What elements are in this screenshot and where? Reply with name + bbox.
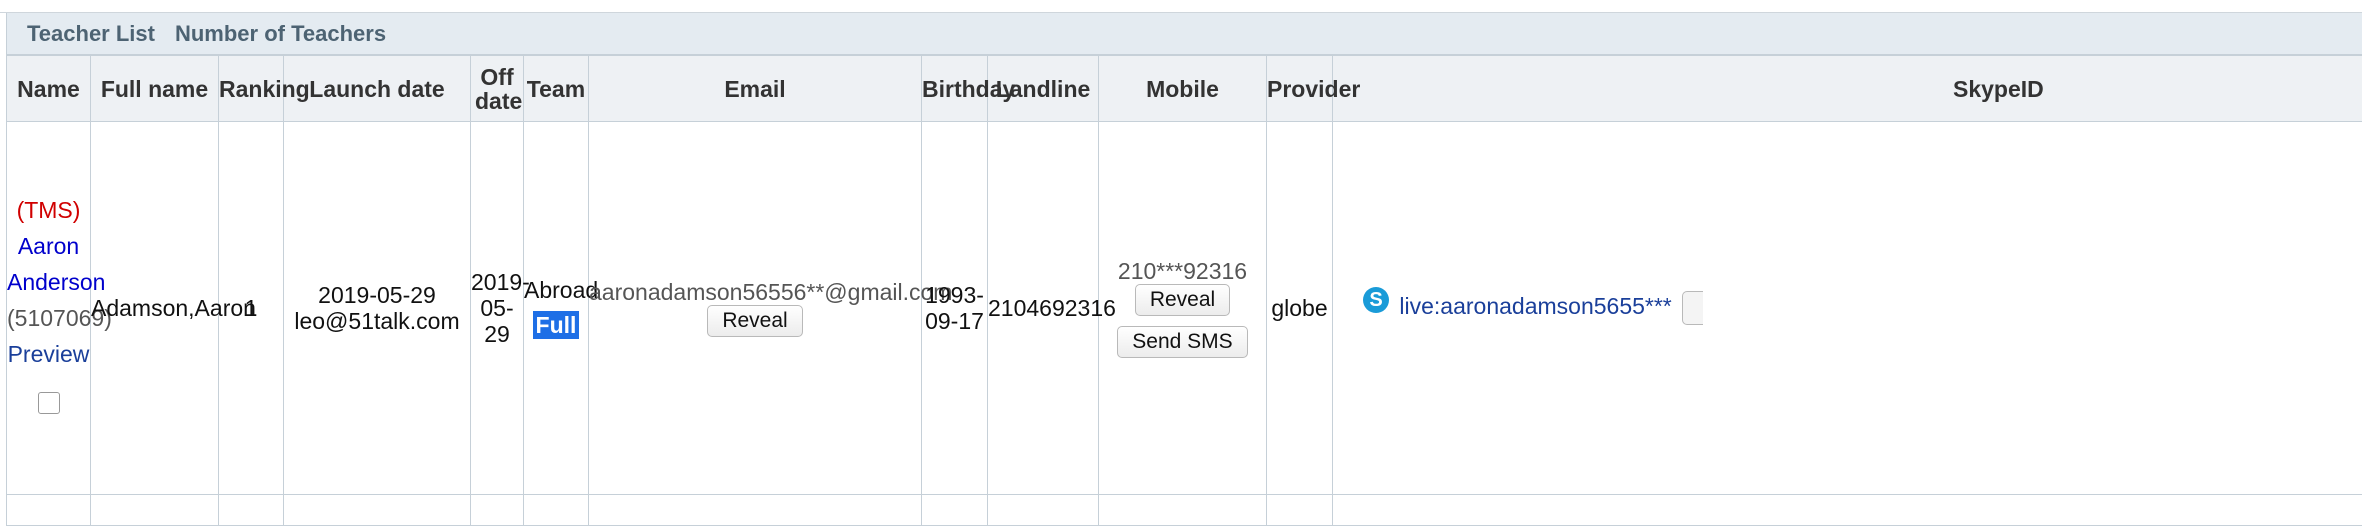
col-header-provider[interactable]: Provider [1267, 56, 1333, 122]
email-reveal-button[interactable]: Reveal [707, 305, 802, 337]
birthday-line2: 09-17 [922, 308, 987, 334]
table-header-row: Name Full name Ranking Launch date Off d… [7, 56, 2362, 122]
col-header-name[interactable]: Name [7, 56, 91, 122]
provider-cell: globe [1267, 122, 1333, 495]
title-bar: Teacher List Number of Teachers [6, 13, 2362, 55]
col-header-birthday[interactable]: Birthday [922, 56, 988, 122]
skype-action-button[interactable] [1682, 291, 1703, 325]
table-row: (TMS) Aaron Anderson (5107069) Preview A… [7, 122, 2362, 495]
launch-date-cell: 2019-05-29 leo@51talk.com [284, 122, 471, 495]
birthday-cell: 1993- 09-17 [922, 122, 988, 495]
birthday-line1: 1993- [922, 282, 987, 308]
off-date-line2: 05-29 [471, 295, 523, 347]
empty-cell [284, 495, 471, 526]
teacher-first-name-link[interactable]: Aaron [7, 230, 90, 262]
col-header-skype-id[interactable]: SkypeID [1333, 56, 2362, 122]
empty-cell [7, 495, 91, 526]
empty-cell [91, 495, 219, 526]
top-spacer [0, 0, 2362, 13]
teacher-table: Name Full name Ranking Launch date Off d… [6, 55, 2362, 526]
number-of-teachers-label: Number of Teachers [175, 21, 386, 47]
row-select-checkbox[interactable] [38, 392, 60, 414]
empty-cell [589, 495, 922, 526]
col-header-email[interactable]: Email [589, 56, 922, 122]
col-header-off-date[interactable]: Off date [471, 56, 524, 122]
col-header-launch-date[interactable]: Launch date [284, 56, 471, 122]
send-sms-button[interactable]: Send SMS [1117, 326, 1247, 358]
mobile-cell: 210***92316 Reveal Send SMS [1099, 122, 1267, 495]
off-date-cell: 2019- 05-29 [471, 122, 524, 495]
table-row [7, 495, 2362, 526]
mobile-masked: 210***92316 [1118, 258, 1247, 284]
skype-icon: S [1363, 287, 1389, 313]
col-header-off-date-label: Off date [475, 65, 519, 113]
email-cell: aaronadamson56556**@gmail.com Reveal [589, 122, 922, 495]
col-header-team[interactable]: Team [524, 56, 589, 122]
tms-tag: (TMS) [7, 194, 90, 226]
col-header-full-name[interactable]: Full name [91, 56, 219, 122]
team-status-badge: Full [533, 311, 580, 339]
mobile-reveal-button[interactable]: Reveal [1135, 284, 1230, 316]
landline-cell: 2104692316 [988, 122, 1099, 495]
empty-cell [524, 495, 589, 526]
empty-cell [1099, 495, 1267, 526]
off-date-line1: 2019- [471, 269, 523, 295]
col-header-mobile[interactable]: Mobile [1099, 56, 1267, 122]
empty-cell [1333, 495, 2362, 526]
team-name: Abroad [524, 277, 588, 303]
launch-date: 2019-05-29 [284, 282, 470, 308]
team-cell: Abroad Full [524, 122, 589, 495]
empty-cell [471, 495, 524, 526]
col-header-ranking[interactable]: Ranking [219, 56, 284, 122]
full-name-cell: Adamson,Aaron [91, 122, 219, 495]
empty-cell [922, 495, 988, 526]
skype-id-link[interactable]: live:aaronadamson5655*** [1399, 293, 1671, 319]
teacher-last-name-link[interactable]: Anderson [7, 266, 90, 298]
empty-cell [219, 495, 284, 526]
name-cell: (TMS) Aaron Anderson (5107069) Preview [7, 122, 91, 495]
launch-by-email: leo@51talk.com [284, 308, 470, 334]
email-masked: aaronadamson56556**@gmail.com [589, 279, 952, 305]
skype-cell: S live:aaronadamson5655*** [1333, 122, 2362, 495]
teacher-list-title: Teacher List [27, 21, 155, 47]
empty-cell [1267, 495, 1333, 526]
empty-cell [988, 495, 1099, 526]
preview-link[interactable]: Preview [7, 338, 90, 370]
teacher-list-panel: Teacher List Number of Teachers Name Ful… [0, 0, 2362, 516]
teacher-id: (5107069) [7, 302, 90, 334]
col-header-landline[interactable]: Landline [988, 56, 1099, 122]
